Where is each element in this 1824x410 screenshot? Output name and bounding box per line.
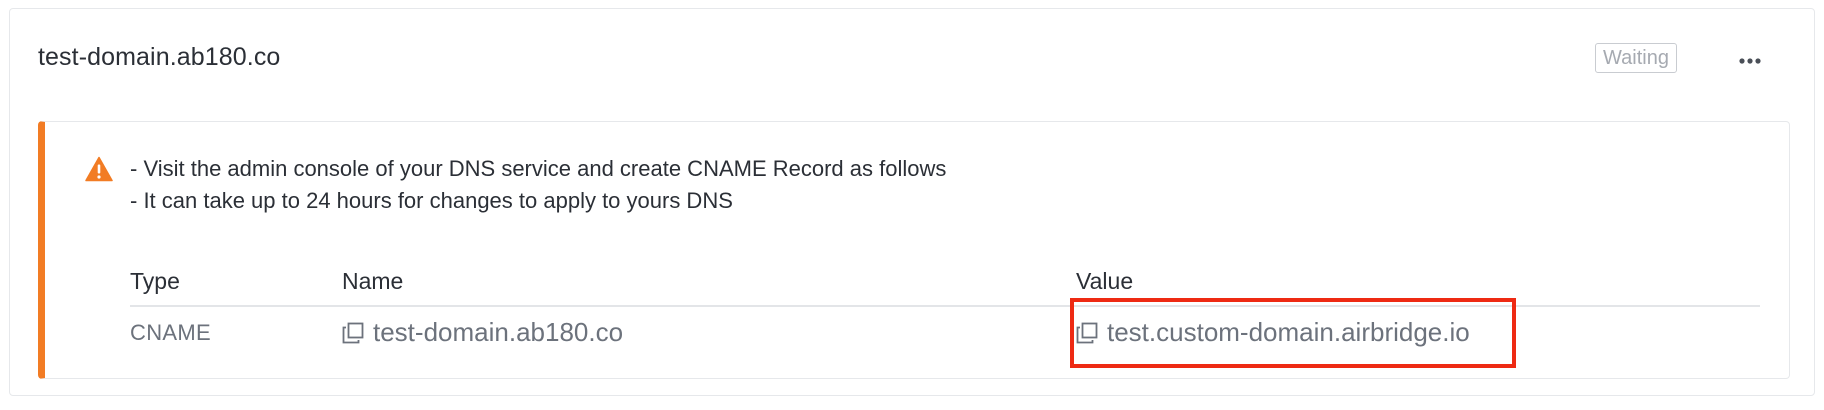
table-divider xyxy=(130,305,1760,307)
record-name-text: test-domain.ab180.co xyxy=(373,317,624,347)
copy-icon[interactable] xyxy=(342,322,364,344)
status-badge: Waiting xyxy=(1595,43,1677,73)
column-header-type: Type xyxy=(130,268,180,294)
domain-card: test-domain.ab180.co Waiting - Visit the… xyxy=(9,8,1815,396)
column-header-name: Name xyxy=(342,268,404,294)
more-horizontal-icon xyxy=(1739,58,1761,64)
column-header-value: Value xyxy=(1076,268,1134,294)
record-name-copy[interactable]: test-domain.ab180.co xyxy=(342,317,623,348)
instruction-line-1: - Visit the admin console of your DNS se… xyxy=(130,156,947,181)
record-type-cell: CNAME xyxy=(130,320,211,345)
warning-triangle-icon xyxy=(85,156,113,182)
instruction-line-2: - It can take up to 24 hours for changes… xyxy=(130,188,733,213)
record-value-copy[interactable]: test.custom-domain.airbridge.io xyxy=(1076,317,1470,348)
dns-notice-panel: - Visit the admin console of your DNS se… xyxy=(38,121,1790,379)
record-value-text: test.custom-domain.airbridge.io xyxy=(1107,317,1470,347)
copy-icon[interactable] xyxy=(1076,322,1098,344)
more-options-button[interactable] xyxy=(1730,49,1770,73)
domain-title: test-domain.ab180.co xyxy=(38,43,281,71)
